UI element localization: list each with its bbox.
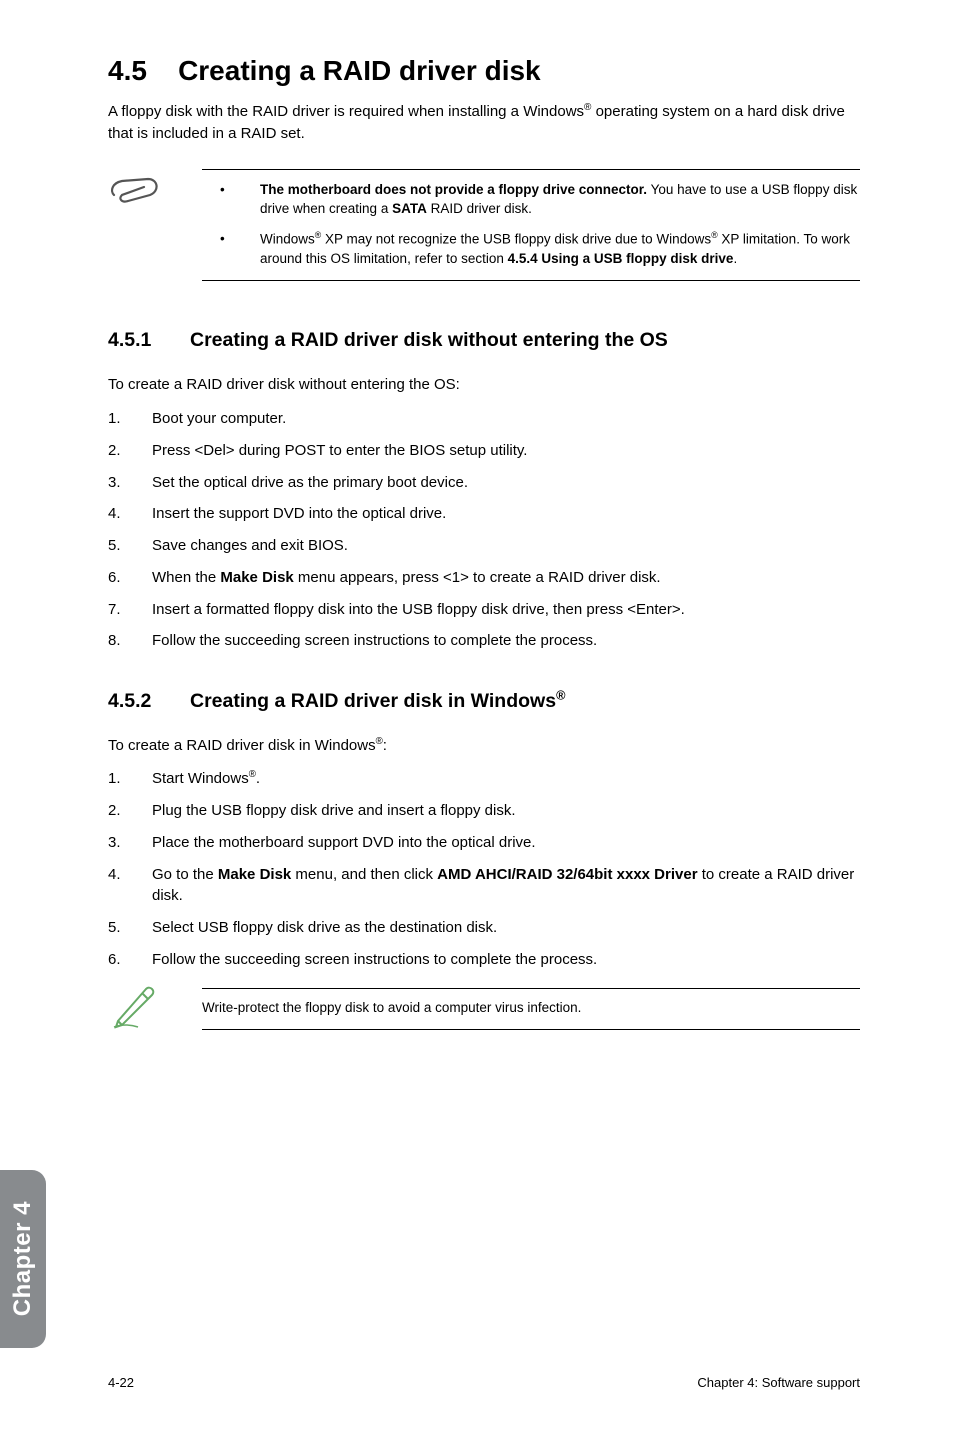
- note-item: The motherboard does not provide a flopp…: [220, 180, 860, 219]
- tip-content: Write-protect the floppy disk to avoid a…: [202, 988, 860, 1031]
- section-title: 4.5 Creating a RAID driver disk: [108, 55, 860, 87]
- page-content: 4.5 Creating a RAID driver disk A floppy…: [0, 0, 954, 1034]
- step-text: Select USB floppy disk drive as the dest…: [152, 917, 860, 939]
- list-item: 1.Boot your computer.: [108, 408, 860, 430]
- step-text: Follow the succeeding screen instruction…: [152, 949, 860, 971]
- section-heading: Creating a RAID driver disk: [178, 55, 541, 86]
- subsection-title: 4.5.2Creating a RAID driver disk in Wind…: [108, 688, 860, 713]
- tip-block: Write-protect the floppy disk to avoid a…: [108, 985, 860, 1034]
- subsection-heading: Creating a RAID driver disk in Windows®: [190, 690, 565, 712]
- list-item: 5.Select USB floppy disk drive as the de…: [108, 917, 860, 939]
- paperclip-icon: [108, 177, 162, 207]
- step-number: 2.: [108, 440, 152, 462]
- subsection-lead: To create a RAID driver disk without ent…: [108, 374, 860, 396]
- step-number: 4.: [108, 864, 152, 908]
- list-item: 6.When the Make Disk menu appears, press…: [108, 567, 860, 589]
- step-number: 2.: [108, 800, 152, 822]
- step-number: 6.: [108, 567, 152, 589]
- step-text: Plug the USB floppy disk drive and inser…: [152, 800, 860, 822]
- list-item: 7.Insert a formatted floppy disk into th…: [108, 599, 860, 621]
- chapter-tab: Chapter 4: [0, 1170, 46, 1348]
- list-item: 4.Insert the support DVD into the optica…: [108, 503, 860, 525]
- list-item: 2.Plug the USB floppy disk drive and ins…: [108, 800, 860, 822]
- footer-chapter-title: Chapter 4: Software support: [697, 1375, 860, 1390]
- note-list: The motherboard does not provide a flopp…: [202, 180, 860, 269]
- subsection-title: 4.5.1Creating a RAID driver disk without…: [108, 329, 860, 352]
- step-list: 1.Start Windows®.2.Plug the USB floppy d…: [108, 768, 860, 970]
- step-number: 8.: [108, 630, 152, 652]
- step-text: Start Windows®.: [152, 768, 860, 790]
- step-text: When the Make Disk menu appears, press <…: [152, 567, 860, 589]
- list-item: 6.Follow the succeeding screen instructi…: [108, 949, 860, 971]
- intro-paragraph: A floppy disk with the RAID driver is re…: [108, 101, 860, 145]
- list-item: 8.Follow the succeeding screen instructi…: [108, 630, 860, 652]
- step-text: Save changes and exit BIOS.: [152, 535, 860, 557]
- pencil-icon: [108, 985, 162, 1034]
- step-text: Set the optical drive as the primary boo…: [152, 472, 860, 494]
- list-item: 3.Set the optical drive as the primary b…: [108, 472, 860, 494]
- step-text: Follow the succeeding screen instruction…: [152, 630, 860, 652]
- step-number: 3.: [108, 832, 152, 854]
- step-number: 3.: [108, 472, 152, 494]
- step-list: 1.Boot your computer.2.Press <Del> durin…: [108, 408, 860, 652]
- step-number: 4.: [108, 503, 152, 525]
- step-number: 5.: [108, 535, 152, 557]
- step-text: Place the motherboard support DVD into t…: [152, 832, 860, 854]
- subsection-lead: To create a RAID driver disk in Windows®…: [108, 735, 860, 757]
- step-number: 7.: [108, 599, 152, 621]
- list-item: 5.Save changes and exit BIOS.: [108, 535, 860, 557]
- step-text: Insert a formatted floppy disk into the …: [152, 599, 860, 621]
- list-item: 3.Place the motherboard support DVD into…: [108, 832, 860, 854]
- step-text: Press <Del> during POST to enter the BIO…: [152, 440, 860, 462]
- subsection-heading: Creating a RAID driver disk without ente…: [190, 329, 668, 351]
- step-number: 1.: [108, 768, 152, 790]
- step-text: Insert the support DVD into the optical …: [152, 503, 860, 525]
- footer: 4-22 Chapter 4: Software support: [108, 1375, 860, 1390]
- page-number: 4-22: [108, 1375, 134, 1390]
- subsection-number: 4.5.2: [108, 690, 190, 713]
- chapter-tab-label: Chapter 4: [9, 1201, 37, 1316]
- list-item: 1.Start Windows®.: [108, 768, 860, 790]
- step-number: 5.: [108, 917, 152, 939]
- list-item: 2.Press <Del> during POST to enter the B…: [108, 440, 860, 462]
- step-number: 1.: [108, 408, 152, 430]
- subsection-number: 4.5.1: [108, 329, 190, 352]
- step-text: Go to the Make Disk menu, and then click…: [152, 864, 860, 908]
- list-item: 4.Go to the Make Disk menu, and then cli…: [108, 864, 860, 908]
- step-text: Boot your computer.: [152, 408, 860, 430]
- section-number: 4.5: [108, 55, 147, 86]
- note-content: The motherboard does not provide a flopp…: [202, 169, 860, 282]
- step-number: 6.: [108, 949, 152, 971]
- note-item: Windows® XP may not recognize the USB fl…: [220, 229, 860, 269]
- note-block: The motherboard does not provide a flopp…: [108, 169, 860, 282]
